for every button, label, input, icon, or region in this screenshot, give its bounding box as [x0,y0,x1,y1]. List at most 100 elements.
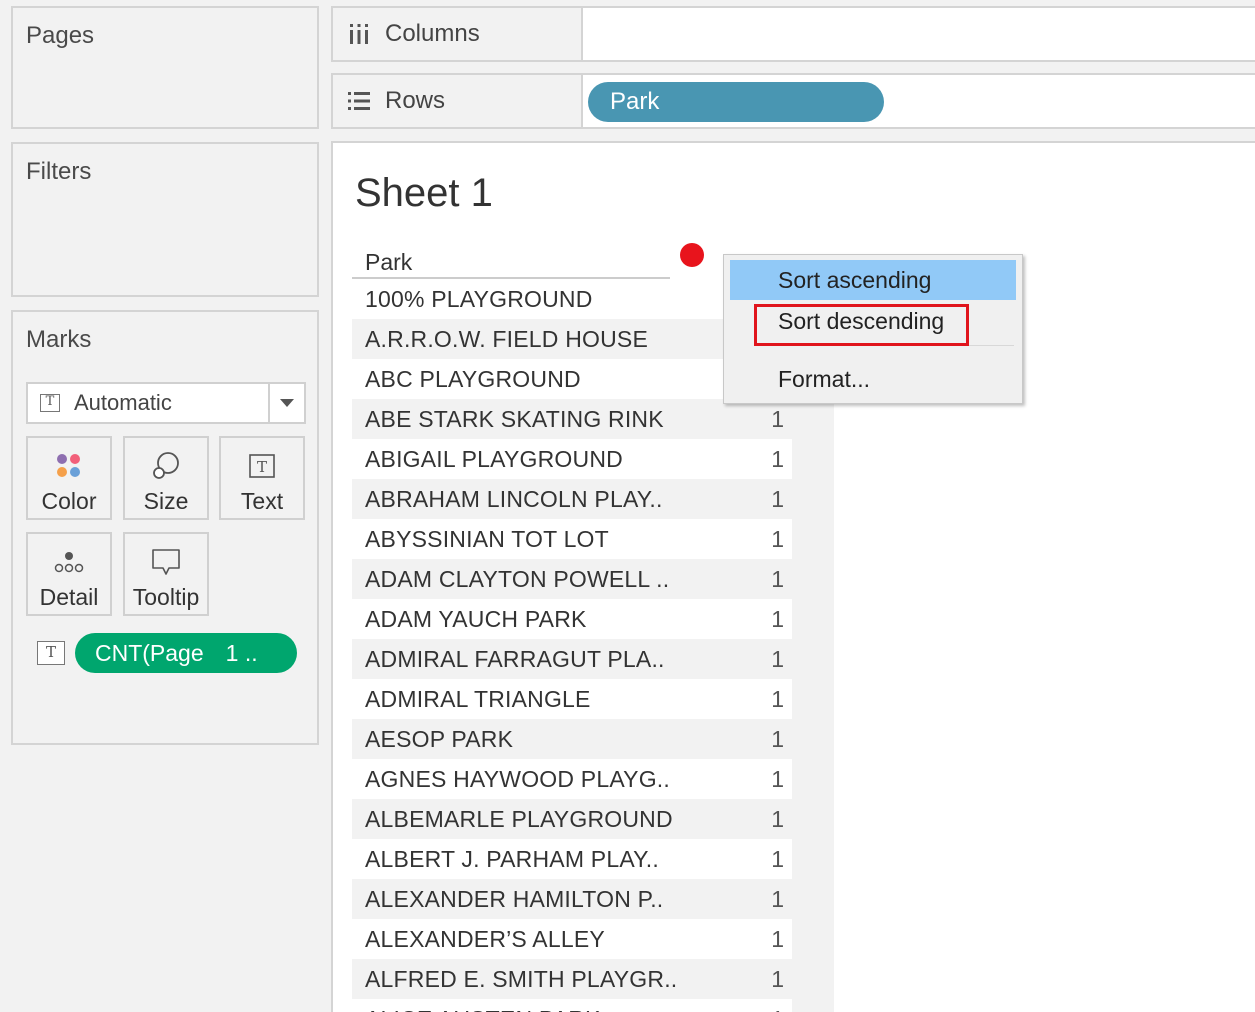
park-column-header-label: Park [365,249,413,275]
svg-text:T: T [257,458,267,476]
size-icon [150,450,182,482]
color-icon [54,450,84,482]
count-value-cell: 1 [771,925,784,952]
park-name-cell: AGNES HAYWOOD PLAYG.. [365,765,670,792]
count-value-cell: 1 [771,685,784,712]
table-row[interactable]: AESOP PARK 1 [352,719,792,759]
color-button[interactable]: Color [26,436,112,520]
text-button[interactable]: T Text [219,436,305,520]
table-row[interactable]: ALFRED E. SMITH PLAYGR.. 1 [352,959,792,999]
sort-context-menu: Sort ascending Sort descending Format... [723,254,1023,404]
dropdown-arrow-button[interactable] [268,384,304,422]
table-row[interactable]: ALBEMARLE PLAYGROUND 1 [352,799,792,839]
detail-label: Detail [39,584,99,610]
count-value-cell: 1 [771,605,784,632]
size-button[interactable]: Size [123,436,209,520]
text-encoding-icon[interactable]: T [37,641,65,665]
pages-title: Pages [26,22,95,49]
count-value-cell: 1 [771,805,784,832]
table-row[interactable]: ABRAHAM LINCOLN PLAY.. 1 [352,479,792,519]
sheet-title[interactable]: Sheet 1 [355,171,493,216]
format-item[interactable]: Format... [730,359,1016,399]
park-name-cell: ALFRED E. SMITH PLAYGR.. [365,965,678,992]
count-value-cell: 1 [771,565,784,592]
chevron-down-icon [280,399,294,407]
count-value-cell: 1 [771,405,784,432]
columns-icon [350,24,368,44]
park-column-header[interactable]: Park [352,243,670,279]
cnt-page-pill[interactable]: CNT(Page 1 .. [75,633,297,673]
filters-panel[interactable]: Filters [11,142,319,297]
annotation-highlight-box [754,304,969,346]
count-value-cell: 1 [771,845,784,872]
rows-shelf-label: Rows [333,75,583,127]
columns-shelf-label: Columns [333,8,583,60]
count-value-cell: 1 [771,445,784,472]
mark-type-dropdown[interactable]: T Automatic [26,382,306,424]
count-value-cell: 1 [771,1006,784,1012]
count-value-cell: 1 [771,765,784,792]
detail-button[interactable]: Detail [26,532,112,616]
text-icon: T [247,450,277,482]
size-label: Size [143,488,189,514]
park-name-cell: ABIGAIL PLAYGROUND [365,445,623,472]
count-value-cell: 1 [771,525,784,552]
marks-panel: Marks T Automatic Color Size T Text Deta… [11,310,319,745]
color-label: Color [41,488,97,514]
columns-shelf[interactable]: Columns [331,6,1255,62]
filters-title: Filters [26,158,92,185]
tooltip-icon [150,546,182,578]
park-name-cell: ABRAHAM LINCOLN PLAY.. [365,485,663,512]
tooltip-label: Tooltip [132,584,200,610]
park-name-cell: ADAM YAUCH PARK [365,605,587,632]
count-value-cell: 1 [771,485,784,512]
park-pill[interactable]: Park [588,82,884,122]
tooltip-button[interactable]: Tooltip [123,532,209,616]
detail-icon [53,546,85,578]
table-row[interactable]: ADMIRAL FARRAGUT PLA.. 1 [352,639,792,679]
cnt-pill-value: 1 .. [225,639,258,666]
sort-ascending-item[interactable]: Sort ascending [730,260,1016,300]
table-row[interactable]: ABIGAIL PLAYGROUND 1 [352,439,792,479]
mark-type-label: Automatic [74,390,172,415]
park-name-cell: A.R.R.O.W. FIELD HOUSE [365,325,648,352]
table-row[interactable]: ABYSSINIAN TOT LOT 1 [352,519,792,559]
table-row[interactable]: ALICE AUSTEN PARK 1 [352,999,792,1012]
table-row[interactable]: ADMIRAL TRIANGLE 1 [352,679,792,719]
cnt-pill-field: CNT(Page [95,639,204,666]
park-name-cell: ALEXANDER’S ALLEY [365,925,605,952]
click-marker-dot [680,243,704,267]
columns-label: Columns [385,20,480,47]
marks-title: Marks [26,326,92,353]
count-value-cell: 1 [771,645,784,672]
table-row[interactable]: ALEXANDER HAMILTON P.. 1 [352,879,792,919]
count-value-cell: 1 [771,725,784,752]
table-row[interactable]: AGNES HAYWOOD PLAYG.. 1 [352,759,792,799]
table-row[interactable]: ALBERT J. PARHAM PLAY.. 1 [352,839,792,879]
park-name-cell: ALBERT J. PARHAM PLAY.. [365,845,659,872]
park-name-cell: ADMIRAL FARRAGUT PLA.. [365,645,665,672]
table-row[interactable]: ABE STARK SKATING RINK 1 [352,399,792,439]
rows-label: Rows [385,87,446,114]
park-name-cell: 100% PLAYGROUND [365,285,593,312]
count-value-cell: 1 [771,965,784,992]
table-row[interactable]: ADAM CLAYTON POWELL .. 1 [352,559,792,599]
park-name-cell: ADMIRAL TRIANGLE [365,685,591,712]
text-label: Text [240,488,284,514]
park-name-cell: ALBEMARLE PLAYGROUND [365,805,673,832]
pages-panel[interactable]: Pages [11,6,319,129]
table-row[interactable]: ALEXANDER’S ALLEY 1 [352,919,792,959]
table-row[interactable]: ADAM YAUCH PARK 1 [352,599,792,639]
count-value-cell: 1 [771,885,784,912]
rows-icon [348,92,370,110]
marks-card-row: T CNT(Page 1 .. [37,633,297,673]
park-name-cell: AESOP PARK [365,725,514,752]
park-name-cell: ALEXANDER HAMILTON P.. [365,885,664,912]
text-mark-icon: T [40,394,60,412]
park-name-cell: ALICE AUSTEN PARK [365,1006,601,1012]
park-name-cell: ADAM CLAYTON POWELL .. [365,565,670,592]
park-name-cell: ABYSSINIAN TOT LOT [365,525,609,552]
park-name-cell: ABC PLAYGROUND [365,365,581,392]
park-name-cell: ABE STARK SKATING RINK [365,405,664,432]
rows-shelf[interactable]: Rows Park [331,73,1255,129]
